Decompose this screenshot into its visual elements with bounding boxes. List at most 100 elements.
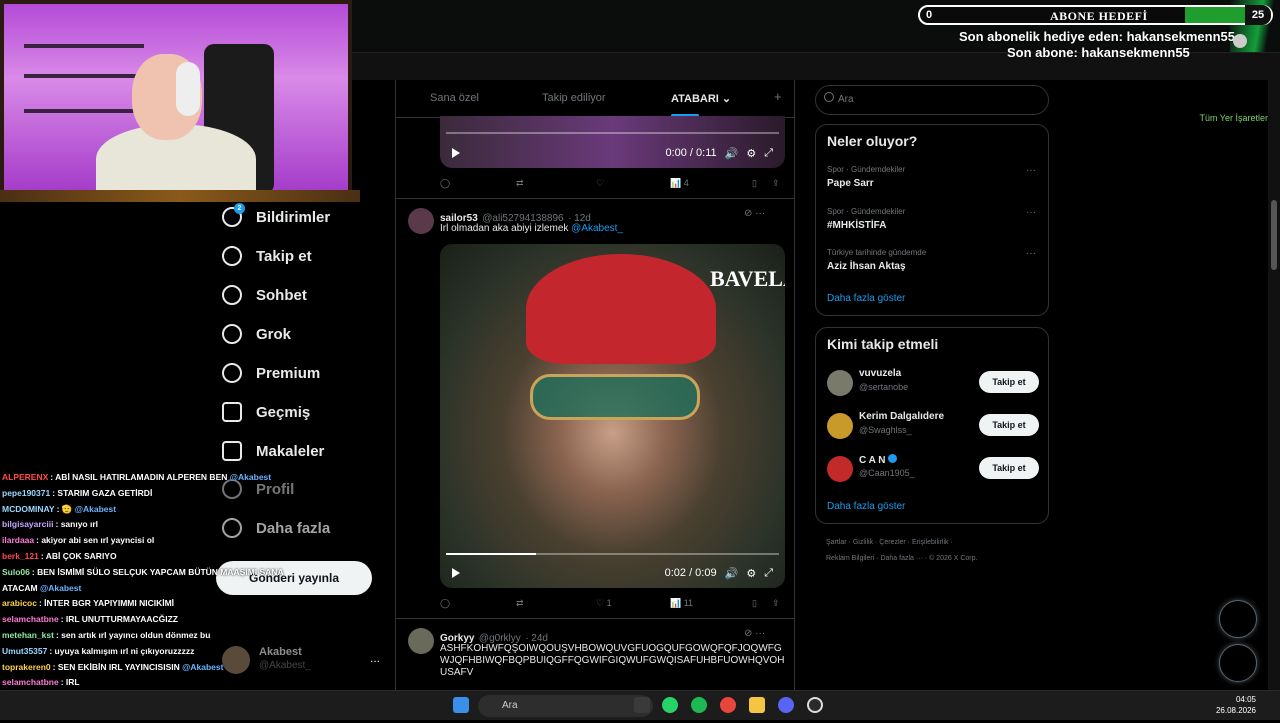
- follow-button[interactable]: Takip et: [979, 414, 1039, 436]
- author-avatar[interactable]: [408, 628, 434, 654]
- chat-username[interactable]: metehan_kst: [2, 630, 54, 640]
- mention-link[interactable]: @Akabest_: [571, 223, 623, 234]
- settings-icon[interactable]: ⚙: [746, 567, 756, 580]
- search-input[interactable]: Ara: [815, 85, 1049, 115]
- chat-text: : IRL: [60, 677, 80, 688]
- add-tab-button[interactable]: +: [774, 89, 782, 104]
- more-options-icon[interactable]: ···: [1026, 207, 1036, 218]
- trend-name[interactable]: Aziz İhsan Aktaş: [827, 261, 906, 272]
- chat-message: Umut35357: uyuya kalmışım ırl ni çıkıyor…: [2, 644, 302, 660]
- nav-follow[interactable]: Takip et: [222, 241, 312, 271]
- trend-name[interactable]: Pape Sarr: [827, 178, 874, 189]
- chat-username[interactable]: selamchatbne: [2, 614, 59, 624]
- bookmark-icon[interactable]: ▯: [752, 598, 757, 609]
- taskbar-clock[interactable]: 04:05 26.08.2026: [1216, 694, 1256, 716]
- messages-fab-button[interactable]: [1219, 644, 1257, 682]
- avatar[interactable]: [827, 413, 853, 439]
- windows-start-icon[interactable]: [453, 697, 469, 713]
- tab-following[interactable]: Takip ediliyor: [542, 92, 606, 104]
- follow-button[interactable]: Takip et: [979, 457, 1039, 479]
- share-icon[interactable]: ⇪: [772, 178, 780, 189]
- account-menu-button[interactable]: ...: [370, 651, 380, 665]
- taskbar-search[interactable]: Ara: [478, 695, 653, 717]
- chat-message: arabicoc: İNTER BGR YAPIYIMMI NICIKİMİ: [2, 596, 302, 612]
- chat-username[interactable]: pepe190371: [2, 488, 50, 498]
- trend-name[interactable]: #MHKİSTİFA: [827, 220, 886, 231]
- tab-for-you[interactable]: Sana özel: [430, 92, 479, 104]
- suggestion-name[interactable]: vuvuzela: [859, 368, 901, 379]
- fullscreen-icon[interactable]: ⤢: [764, 147, 773, 160]
- video-player[interactable]: BAVELA 0:02 / 0:09 🔊 ⚙ ⤢: [440, 244, 785, 588]
- grok-fab-button[interactable]: [1219, 600, 1257, 638]
- like-icon[interactable]: ♡: [596, 178, 604, 189]
- nav-label: Bildirimler: [256, 208, 331, 226]
- chat-username[interactable]: Sulo06: [2, 567, 30, 577]
- spotify-icon[interactable]: [691, 697, 707, 713]
- video-player[interactable]: 0:00 / 0:11 🔊 ⚙ ⤢: [440, 116, 785, 168]
- timeline-tabs: Sana özel Takip ediliyor ATABARI ⌄ +: [396, 80, 794, 118]
- footer-links[interactable]: Şartlar · Gizlilik · Çerezler · Erişileb…: [826, 539, 953, 546]
- task-view-icon[interactable]: [634, 697, 650, 713]
- reply-icon[interactable]: ◯: [440, 178, 450, 189]
- volume-icon[interactable]: 🔊: [725, 567, 739, 580]
- chat-text: ATACAM: [2, 582, 40, 593]
- chat-username[interactable]: ilardaaa: [2, 535, 34, 545]
- settings-icon[interactable]: ⚙: [746, 147, 756, 160]
- chat-username[interactable]: bilgisayarciii: [2, 519, 54, 529]
- volume-icon[interactable]: 🔊: [725, 147, 739, 160]
- video-progress[interactable]: [446, 132, 779, 134]
- scrollbar[interactable]: [1268, 80, 1280, 690]
- suggestion-name[interactable]: C A N: [859, 454, 898, 466]
- chat-username[interactable]: MCDOMINAY: [2, 504, 55, 514]
- share-icon[interactable]: ⇪: [772, 598, 780, 609]
- fullscreen-icon[interactable]: ⤢: [764, 567, 773, 580]
- chat-username[interactable]: Umut35357: [2, 646, 47, 656]
- tab-atabari[interactable]: ATABARI ⌄: [671, 92, 731, 105]
- whatsapp-icon[interactable]: [662, 697, 678, 713]
- folder-icon[interactable]: [749, 697, 765, 713]
- follow-button[interactable]: Takip et: [979, 371, 1039, 393]
- views-count[interactable]: 📊 4: [670, 178, 689, 189]
- bell-icon: 2: [222, 203, 245, 227]
- nav-label: Premium: [256, 364, 321, 382]
- more-options-icon[interactable]: ···: [1026, 248, 1036, 259]
- nav-history[interactable]: Geçmiş: [222, 397, 310, 427]
- reply-icon[interactable]: ◯: [440, 598, 450, 609]
- chat-message: selamchatbne: IRL: [2, 675, 302, 691]
- more-options-icon[interactable]: ···: [1026, 165, 1036, 176]
- nav-chat[interactable]: Sohbet: [222, 280, 307, 310]
- who-show-more[interactable]: Daha fazla göster: [827, 501, 905, 512]
- suggestion-name[interactable]: Kerim Dalgalıdere: [859, 411, 944, 422]
- retweet-icon[interactable]: ⇄: [516, 598, 524, 609]
- bookmark-icon[interactable]: ▯: [752, 178, 757, 189]
- views-count[interactable]: 📊 11: [670, 598, 693, 609]
- chat-message: berk_121: ABİ ÇOK SARIYO: [2, 549, 302, 565]
- app-icon[interactable]: [807, 697, 823, 713]
- chat-username[interactable]: selamchatbne: [2, 677, 59, 687]
- footer-links[interactable]: Reklam Bilgileri · Daha fazla ··· · © 20…: [826, 555, 977, 562]
- nav-premium[interactable]: Premium: [222, 358, 320, 388]
- discord-icon[interactable]: [778, 697, 794, 713]
- trends-show-more[interactable]: Daha fazla göster: [827, 293, 905, 304]
- nav-articles[interactable]: Makaleler: [222, 436, 324, 466]
- play-icon[interactable]: [452, 568, 460, 578]
- grok-icon[interactable]: ⊘ ···: [744, 628, 765, 639]
- play-icon[interactable]: [452, 148, 460, 158]
- retweet-icon[interactable]: ⇄: [516, 178, 524, 189]
- chat-username[interactable]: arabicoc: [2, 598, 37, 608]
- avatar[interactable]: [827, 456, 853, 482]
- nav-notifications[interactable]: 2 Bildirimler: [222, 202, 330, 232]
- chat-username[interactable]: toprakeren0: [2, 662, 51, 672]
- chrome-icon[interactable]: [720, 697, 736, 713]
- all-bookmarks-link[interactable]: Tüm Yer İşaretleri: [1199, 113, 1270, 123]
- scrollbar-thumb[interactable]: [1271, 200, 1277, 270]
- avatar[interactable]: [827, 370, 853, 396]
- chat-bubble-icon: [222, 285, 242, 305]
- like-icon[interactable]: ♡ 1: [596, 598, 612, 609]
- chat-username[interactable]: ALPERENX: [2, 472, 48, 482]
- grok-icon[interactable]: ⊘ ···: [744, 208, 765, 219]
- author-avatar[interactable]: [408, 208, 434, 234]
- chat-username[interactable]: berk_121: [2, 551, 39, 561]
- video-progress[interactable]: [446, 553, 779, 555]
- nav-grok[interactable]: Grok: [222, 319, 291, 349]
